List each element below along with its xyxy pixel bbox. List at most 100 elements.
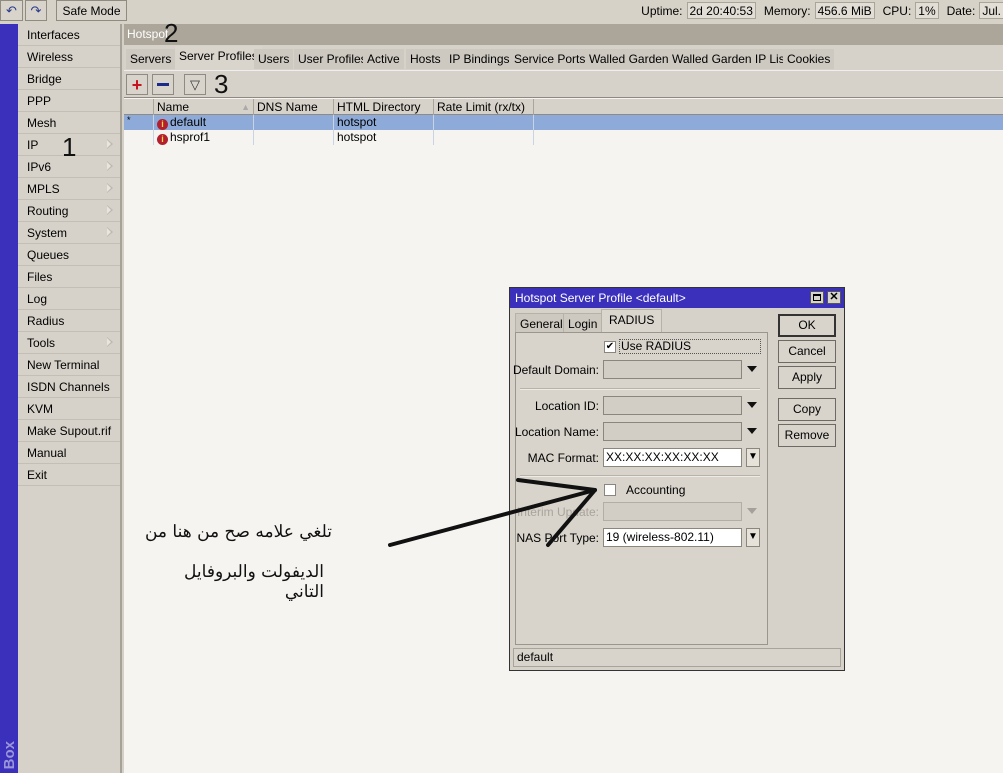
tab-walled-garden[interactable]: Walled Garden bbox=[585, 49, 673, 69]
sidebar-item-new-terminal[interactable]: New Terminal bbox=[18, 354, 120, 376]
sidebar-item-label: Manual bbox=[27, 446, 67, 460]
nas-port-type-select[interactable]: 19 (wireless-802.11) bbox=[603, 528, 742, 547]
tab-server-profiles[interactable]: Server Profiles bbox=[175, 46, 262, 70]
sidebar-item-isdn-channels[interactable]: ISDN Channels bbox=[18, 376, 120, 398]
tab-ip-bindings[interactable]: IP Bindings bbox=[445, 49, 514, 69]
default-domain-input[interactable] bbox=[603, 360, 742, 379]
redo-button[interactable]: ↷ bbox=[25, 0, 47, 21]
cell-rate-limit bbox=[434, 130, 534, 145]
sidebar-item-radius[interactable]: Radius bbox=[18, 310, 120, 332]
profile-icon: i bbox=[157, 134, 168, 145]
location-name-dropdown-icon[interactable] bbox=[747, 428, 757, 434]
accounting-checkbox[interactable] bbox=[604, 484, 616, 496]
cell-flag bbox=[124, 130, 154, 145]
table-row[interactable]: i hsprof1 hotspot bbox=[124, 130, 1003, 145]
sidebar-item-wireless[interactable]: Wireless bbox=[18, 46, 120, 68]
maximize-button[interactable] bbox=[810, 291, 824, 304]
sidebar-item-mesh[interactable]: Mesh bbox=[18, 112, 120, 134]
nas-port-type-row: NAS Port Type: 19 (wireless-802.11) ▼ bbox=[516, 528, 769, 548]
undo-button[interactable]: ↶ bbox=[0, 0, 23, 21]
copy-button[interactable]: Copy bbox=[778, 398, 836, 421]
cpu-value: 1% bbox=[915, 2, 939, 19]
location-id-input[interactable] bbox=[603, 396, 742, 415]
sidebar-item-manual[interactable]: Manual bbox=[18, 442, 120, 464]
sidebar-item-log[interactable]: Log bbox=[18, 288, 120, 310]
profile-icon: i bbox=[157, 119, 168, 130]
remove-button[interactable] bbox=[152, 74, 174, 95]
cell-html-directory: hotspot bbox=[334, 115, 434, 130]
safe-mode-button[interactable]: Safe Mode bbox=[56, 0, 127, 21]
close-button[interactable]: ✕ bbox=[827, 291, 841, 304]
nas-port-type-dropdown-button[interactable]: ▼ bbox=[746, 528, 760, 547]
sidebar-item-label: ISDN Channels bbox=[27, 380, 110, 394]
use-radius-checkbox[interactable]: ✔ bbox=[604, 341, 616, 353]
dialog-title-bar[interactable]: Hotspot Server Profile <default> ✕ bbox=[510, 288, 844, 308]
dialog-tab-general[interactable]: General bbox=[515, 313, 568, 333]
sidebar-item-label: Interfaces bbox=[27, 28, 80, 42]
sidebar-item-label: Routing bbox=[27, 204, 69, 218]
dialog-tab-login[interactable]: Login bbox=[563, 313, 603, 333]
annotation-1: 1 bbox=[62, 132, 77, 162]
filter-button[interactable]: ▽ bbox=[184, 74, 206, 95]
tab-servers[interactable]: Servers bbox=[126, 49, 176, 69]
location-name-row: Location Name: bbox=[514, 422, 769, 442]
mac-format-dropdown-button[interactable]: ▼ bbox=[746, 448, 760, 467]
sidebar-item-exit[interactable]: Exit bbox=[18, 464, 120, 486]
add-button[interactable]: + bbox=[126, 74, 148, 95]
tab-user-profiles[interactable]: User Profiles bbox=[294, 49, 371, 69]
sidebar-item-label: MPLS bbox=[27, 182, 60, 196]
mac-format-input[interactable]: XX:XX:XX:XX:XX:XX bbox=[603, 448, 742, 467]
sidebar-item-label: Bridge bbox=[27, 72, 62, 86]
window-title-bar: Hotspot bbox=[124, 24, 1003, 45]
add-icon: + bbox=[131, 74, 143, 95]
nas-port-type-label: NAS Port Type: bbox=[516, 531, 599, 545]
column-header-html-directory[interactable]: HTML Directory bbox=[334, 99, 434, 115]
uptime-value: 2d 20:40:53 bbox=[686, 2, 756, 19]
tab-walled-garden-ip-list[interactable]: Walled Garden IP List bbox=[668, 49, 793, 69]
location-name-label: Location Name: bbox=[514, 425, 599, 439]
filter-icon: ▽ bbox=[190, 76, 200, 92]
accounting-label[interactable]: Accounting bbox=[626, 483, 685, 497]
flag-column-header bbox=[124, 99, 154, 115]
instruction-line-2: الديفولت والبروفايل التاني bbox=[184, 562, 324, 602]
location-name-input[interactable] bbox=[603, 422, 742, 441]
tab-service-ports[interactable]: Service Ports bbox=[510, 49, 590, 69]
apply-button[interactable]: Apply bbox=[778, 366, 836, 389]
sidebar-item-bridge[interactable]: Bridge bbox=[18, 68, 120, 90]
sidebar-item-system[interactable]: System bbox=[18, 222, 120, 244]
interim-update-row: Interim Update: bbox=[516, 502, 769, 522]
instruction-line-1: تلغي علامه صح من هنا من bbox=[144, 522, 332, 542]
default-domain-dropdown-icon[interactable] bbox=[747, 366, 757, 372]
tab-cookies[interactable]: Cookies bbox=[783, 49, 835, 69]
remove-profile-button[interactable]: Remove bbox=[778, 424, 836, 447]
ok-button[interactable]: OK bbox=[778, 314, 836, 337]
sidebar-item-ppp[interactable]: PPP bbox=[18, 90, 120, 112]
tab-users[interactable]: Users bbox=[254, 49, 294, 69]
cell-flag: * bbox=[124, 115, 154, 130]
sidebar-item-tools[interactable]: Tools bbox=[18, 332, 120, 354]
submenu-arrow-icon bbox=[107, 205, 113, 215]
submenu-arrow-icon bbox=[107, 139, 113, 149]
window-title: Hotspot bbox=[127, 27, 169, 41]
sidebar-item-make-supout-rif[interactable]: Make Supout.rif bbox=[18, 420, 120, 442]
table-row[interactable]: * i default hotspot bbox=[124, 115, 1003, 130]
cancel-button[interactable]: Cancel bbox=[778, 340, 836, 363]
column-header-name[interactable]: Name ▲ bbox=[154, 99, 254, 115]
column-header-rate-limit[interactable]: Rate Limit (rx/tx) bbox=[434, 99, 534, 115]
submenu-arrow-icon bbox=[107, 227, 113, 237]
separator bbox=[520, 388, 760, 390]
sidebar-item-label: Wireless bbox=[27, 50, 74, 64]
sidebar-item-interfaces[interactable]: Interfaces bbox=[18, 24, 120, 46]
column-header-dns-name[interactable]: DNS Name bbox=[254, 99, 334, 115]
sidebar-item-mpls[interactable]: MPLS bbox=[18, 178, 120, 200]
tab-hosts[interactable]: Hosts bbox=[406, 49, 445, 69]
sidebar-item-kvm[interactable]: KVM bbox=[18, 398, 120, 420]
tab-active[interactable]: Active bbox=[363, 49, 404, 69]
dialog-tab-radius[interactable]: RADIUS bbox=[601, 309, 663, 333]
sidebar-item-routing[interactable]: Routing bbox=[18, 200, 120, 222]
location-id-dropdown-icon[interactable] bbox=[747, 402, 757, 408]
sidebar-item-files[interactable]: Files bbox=[18, 266, 120, 288]
use-radius-label[interactable]: Use RADIUS bbox=[619, 339, 761, 354]
cell-html-directory: hotspot bbox=[334, 130, 434, 145]
sidebar-item-queues[interactable]: Queues bbox=[18, 244, 120, 266]
